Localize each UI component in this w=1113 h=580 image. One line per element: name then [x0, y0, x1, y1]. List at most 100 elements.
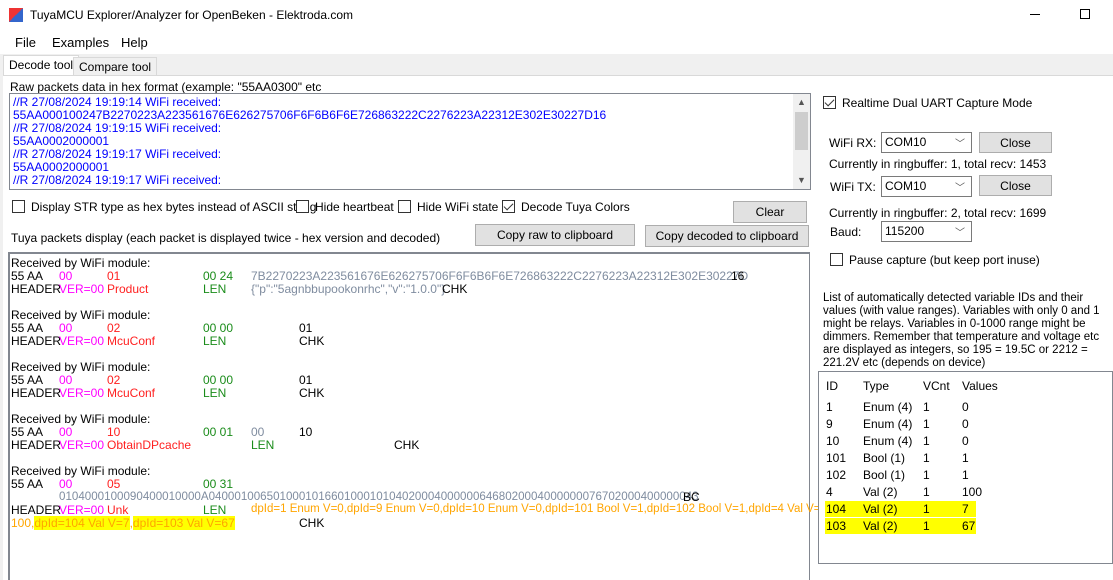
scroll-up-icon[interactable]: ▲ — [797, 96, 806, 109]
hide-wifi-label: Hide WiFi state — [417, 200, 499, 214]
clear-button[interactable]: Clear — [733, 201, 807, 223]
cell-vcnt: 1 — [923, 434, 930, 448]
len-label: LEN — [203, 282, 227, 296]
pause-capture-checkbox[interactable] — [830, 253, 843, 266]
cell-id: 103 — [826, 519, 847, 533]
column-id[interactable]: ID — [826, 379, 838, 393]
column-type[interactable]: Type — [863, 379, 889, 393]
tab-compare-tool[interactable]: Compare tool — [73, 57, 158, 77]
table-row[interactable]: 1 Enum (4) 1 0 — [825, 399, 976, 415]
tab-decode-tool[interactable]: Decode tool — [3, 55, 80, 76]
scroll-down-icon[interactable]: ▼ — [797, 174, 806, 187]
copy-decoded-button[interactable]: Copy decoded to clipboard — [645, 225, 809, 247]
cmd-hex: 02 — [107, 321, 121, 335]
len-label: LEN — [251, 438, 275, 452]
variables-table[interactable]: ID Type VCnt Values 1 Enum (4) 1 0 9 Enum (4)… — [818, 371, 1113, 564]
header-hex: 55 AA — [11, 373, 44, 387]
minimize-button[interactable] — [1030, 14, 1040, 15]
wifi-rx-select[interactable]: COM10 ﹀ — [881, 132, 972, 153]
rx-close-button[interactable]: Close — [979, 132, 1052, 153]
table-row[interactable]: 104 Val (2) 1 7 — [825, 501, 976, 517]
cell-vcnt: 1 — [923, 485, 930, 499]
ver-hex: 00 — [59, 321, 73, 335]
menu-file[interactable]: File — [15, 35, 36, 50]
data-hex: 0104000100090400010000A04000100650100010… — [59, 490, 699, 503]
table-row[interactable]: 4 Val (2) 1 100 — [825, 484, 982, 500]
rx-status: Currently in ringbuffer: 1, total recv: … — [829, 157, 1047, 171]
table-row[interactable]: 103 Val (2) 1 67 — [825, 518, 976, 534]
chk-hex: 01 — [299, 373, 313, 387]
decoded-text: 100, — [11, 516, 35, 530]
app-icon — [9, 8, 23, 22]
tx-close-button[interactable]: Close — [979, 175, 1052, 196]
packet-title: Received by WiFi module: — [11, 412, 151, 426]
table-row[interactable]: 101 Bool (1) 1 1 — [825, 450, 976, 466]
header-hex: 55 AA — [11, 425, 44, 439]
len-label: LEN — [203, 334, 227, 348]
hide-wifi-checkbox[interactable] — [398, 200, 411, 213]
cell-values: 0 — [962, 434, 969, 448]
packets-display[interactable]: Received by WiFi module: 55 AA 00 01 00 … — [8, 252, 820, 580]
chk-hex: BC — [683, 490, 700, 504]
chk-label: CHK — [299, 516, 325, 530]
baud-select[interactable]: 115200 ﹀ — [881, 221, 972, 242]
window-title: TuyaMCU Explorer/Analyzer for OpenBeken … — [30, 8, 354, 22]
cell-values: 7 — [962, 502, 969, 516]
header-hex: 55 AA — [11, 321, 44, 335]
hide-heartbeat-checkbox[interactable] — [296, 200, 309, 213]
header-hex: 55 AA — [11, 269, 44, 283]
realtime-capture-checkbox[interactable] — [823, 96, 836, 109]
data-hex: 00 — [251, 425, 265, 439]
cell-values: 0 — [962, 417, 969, 431]
header-label: HEADER — [11, 386, 62, 400]
raw-line: //R 27/08/2024 19:19:17 WiFi received: — [13, 147, 222, 161]
chk-label: CHK — [442, 282, 468, 296]
len-hex: 00 31 — [203, 477, 234, 491]
cell-id: 10 — [826, 434, 840, 448]
str-hex-label: Display STR type as hex bytes instead of… — [31, 200, 317, 214]
chk-label: CHK — [394, 438, 420, 452]
data-hex: 7B2270223A223561676E626275706F6F6B6F6E72… — [251, 269, 749, 283]
cell-vcnt: 1 — [923, 502, 930, 516]
column-values[interactable]: Values — [962, 379, 998, 393]
display-label: Tuya packets display (each packet is dis… — [11, 231, 441, 245]
ver-hex: 00 — [59, 269, 73, 283]
maximize-button[interactable] — [1080, 9, 1090, 19]
cmd-label: Product — [107, 282, 149, 296]
str-hex-checkbox[interactable] — [12, 200, 25, 213]
scroll-thumb[interactable] — [795, 112, 808, 150]
menu-help[interactable]: Help — [121, 35, 148, 50]
packet-title: Received by WiFi module: — [11, 360, 151, 374]
cell-vcnt: 1 — [923, 468, 930, 482]
table-row[interactable]: 10 Enum (4) 1 0 — [825, 433, 976, 449]
cell-values: 67 — [962, 519, 976, 533]
decode-colors-checkbox[interactable] — [502, 200, 515, 213]
cmd-hex: 10 — [107, 425, 121, 439]
menu-examples[interactable]: Examples — [52, 35, 109, 50]
cell-type: Enum (4) — [863, 400, 913, 414]
wifi-tx-select[interactable]: COM10 ﹀ — [881, 176, 972, 197]
header-label: HEADER — [11, 334, 62, 348]
raw-scrollbar[interactable]: ▲ ▼ — [793, 94, 810, 189]
cell-type: Val (2) — [863, 502, 898, 516]
cell-type: Bool (1) — [863, 468, 906, 482]
cell-id: 1 — [826, 400, 833, 414]
cell-vcnt: 1 — [923, 417, 930, 431]
copy-raw-button[interactable]: Copy raw to clipboard — [475, 224, 635, 246]
ver-hex: 00 — [59, 373, 73, 387]
column-vcnt[interactable]: VCnt — [923, 379, 950, 393]
chk-hex: 16 — [731, 269, 745, 283]
cell-id: 104 — [826, 502, 847, 516]
len-label: LEN — [203, 386, 227, 400]
raw-line: //R 27/08/2024 19:19:17 WiFi received: — [13, 173, 222, 187]
wifi-tx-label: WiFi TX: — [830, 180, 876, 194]
len-hex: 00 24 — [203, 269, 234, 283]
cell-id: 4 — [826, 485, 833, 499]
ver-hex: 00 — [59, 477, 73, 491]
pause-capture-label: Pause capture (but keep port inuse) — [849, 253, 1040, 267]
table-row[interactable]: 102 Bool (1) 1 1 — [825, 467, 976, 483]
ver-label: VER=00 — [59, 438, 105, 452]
table-row[interactable]: 9 Enum (4) 1 0 — [825, 416, 976, 432]
len-hex: 00 00 — [203, 373, 234, 387]
raw-input[interactable]: //R 27/08/2024 19:19:14 WiFi received: 5… — [9, 93, 811, 190]
